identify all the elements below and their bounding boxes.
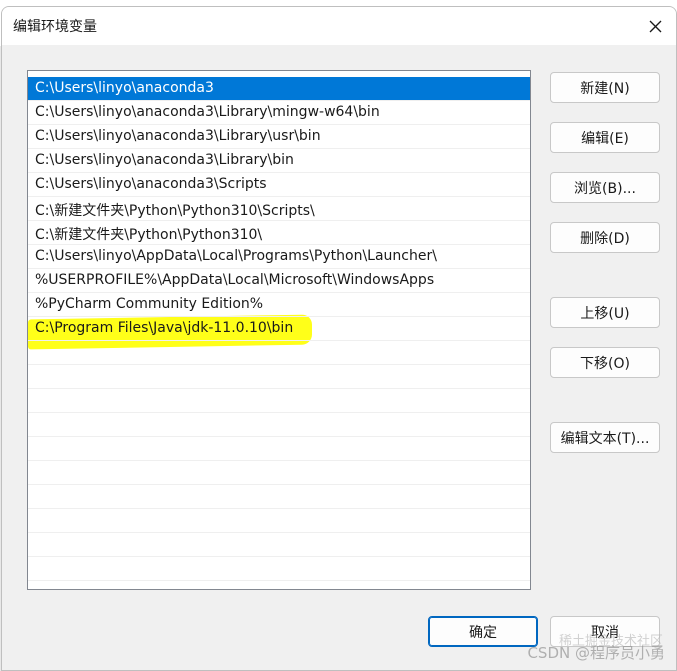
- path-list-item[interactable]: C:\新建文件夹\Python\Python310\Scripts\: [28, 197, 530, 221]
- path-list-item-text: C:\Users\linyo\AppData\Local\Programs\Py…: [35, 248, 437, 264]
- empty-list-row: [28, 413, 530, 437]
- path-list-item[interactable]: C:\Users\linyo\anaconda3\Library\bin: [28, 149, 530, 173]
- empty-list-row: [28, 365, 530, 389]
- move-up-button[interactable]: 上移(U): [550, 297, 660, 328]
- ok-button[interactable]: 确定: [428, 616, 538, 647]
- move-down-button[interactable]: 下移(O): [550, 347, 660, 378]
- path-list-item-text: C:\Users\linyo\anaconda3\Library\usr\bin: [35, 128, 321, 144]
- edit-env-var-dialog: 编辑环境变量 C:\Users\linyo\anaconda3 C:\Users\…: [1, 6, 677, 671]
- path-list-item[interactable]: C:\Users\linyo\anaconda3: [28, 77, 530, 101]
- empty-list-row: [28, 437, 530, 461]
- path-list-item-text: C:\Program Files\Java\jdk-11.0.10\bin: [35, 320, 294, 336]
- path-list-item[interactable]: C:\新建文件夹\Python\Python310\: [28, 221, 530, 245]
- empty-list-row: [28, 557, 530, 581]
- path-list-item-text: C:\Users\linyo\anaconda3\Library\mingw-w…: [35, 104, 380, 120]
- path-list-item[interactable]: C:\Users\linyo\anaconda3\Scripts: [28, 173, 530, 197]
- path-list-item-text: C:\Users\linyo\anaconda3\Library\bin: [35, 152, 294, 168]
- window-title: 编辑环境变量: [13, 19, 97, 35]
- new-button[interactable]: 新建(N): [550, 72, 660, 103]
- path-list-item-text: %USERPROFILE%\AppData\Local\Microsoft\Wi…: [35, 272, 435, 288]
- path-list-item[interactable]: C:\Program Files\Java\jdk-11.0.10\bin: [28, 317, 530, 341]
- edit-button[interactable]: 编辑(E): [550, 122, 660, 153]
- path-list-item-text: %PyCharm Community Edition%: [35, 296, 264, 312]
- edit-text-button[interactable]: 编辑文本(T)...: [550, 422, 660, 453]
- close-icon: [649, 20, 661, 32]
- close-button[interactable]: [642, 13, 668, 39]
- path-list-item-text: C:\新建文件夹\Python\Python310\: [35, 227, 263, 243]
- browse-button[interactable]: 浏览(B)...: [550, 172, 660, 203]
- path-list-item-text: C:\Users\linyo\anaconda3\Scripts: [35, 176, 267, 192]
- path-list-item[interactable]: C:\Users\linyo\anaconda3\Library\usr\bin: [28, 125, 530, 149]
- empty-list-row: [28, 509, 530, 533]
- path-list-item[interactable]: %PyCharm Community Edition%: [28, 293, 530, 317]
- path-list-item[interactable]: %USERPROFILE%\AppData\Local\Microsoft\Wi…: [28, 269, 530, 293]
- empty-list-row: [28, 533, 530, 557]
- empty-list-row: [28, 341, 530, 365]
- delete-button[interactable]: 删除(D): [550, 222, 660, 253]
- path-list-item-text: C:\新建文件夹\Python\Python310\Scripts\: [35, 203, 315, 219]
- path-list-item[interactable]: C:\Users\linyo\AppData\Local\Programs\Py…: [28, 245, 530, 269]
- path-list-item-text: C:\Users\linyo\anaconda3: [35, 80, 214, 96]
- empty-list-row: [28, 389, 530, 413]
- path-listbox[interactable]: C:\Users\linyo\anaconda3 C:\Users\linyo\a…: [27, 70, 531, 590]
- watermark-csdn: CSDN @程序员小勇: [527, 644, 665, 662]
- empty-list-row: [28, 485, 530, 509]
- empty-list-row: [28, 461, 530, 485]
- title-bar: 编辑环境变量: [2, 7, 676, 45]
- path-list-item[interactable]: C:\Users\linyo\anaconda3\Library\mingw-w…: [28, 101, 530, 125]
